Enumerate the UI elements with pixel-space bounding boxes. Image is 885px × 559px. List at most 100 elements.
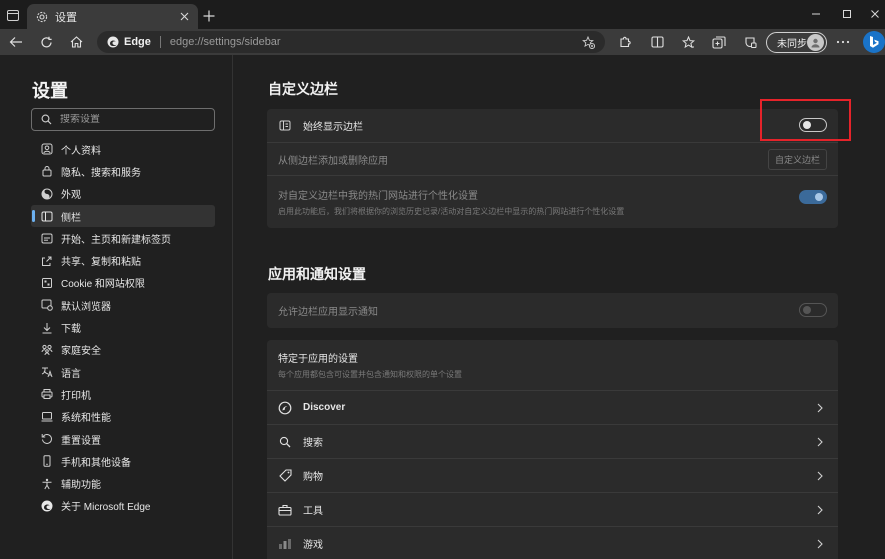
star-icon — [681, 35, 695, 48]
avatar — [807, 34, 824, 51]
search-input[interactable] — [60, 114, 210, 125]
app-row-discover[interactable]: Discover — [267, 390, 838, 424]
sidebar-item-system[interactable]: 系统和性能 — [31, 406, 215, 428]
profile-button[interactable]: 未同步 — [766, 32, 827, 53]
sidebar-item-label: 手机和其他设备 — [61, 457, 131, 469]
close-icon — [180, 12, 188, 21]
tab-settings[interactable]: 设置 — [27, 4, 198, 29]
sidebar-item-label: 开始、主页和新建标签页 — [61, 234, 171, 246]
sidebar-item-start-page[interactable]: 开始、主页和新建标签页 — [31, 227, 215, 249]
always-show-sidebar-label: 始终显示边栏 — [303, 122, 363, 133]
chevron-right-icon — [817, 403, 823, 413]
title-bar: 设置 — [0, 0, 885, 29]
toolbar: Edge edge://settings/sidebar 未同步 — [0, 29, 885, 55]
home-button[interactable] — [66, 32, 86, 52]
profile-status: 未同步 — [777, 39, 807, 50]
extensions-button[interactable] — [614, 32, 634, 52]
always-show-sidebar-toggle[interactable] — [799, 118, 827, 132]
sidebar-item-label: 共享、复制和粘贴 — [61, 257, 141, 269]
personalize-sites-label: 对自定义边栏中我的热门网站进行个性化设置 — [278, 190, 478, 202]
appearance-icon — [41, 188, 53, 200]
sidebar-item-cookies[interactable]: Cookie 和网站权限 — [31, 272, 215, 294]
customize-sidebar-card: 始终显示边栏 从侧边栏添加或删除应用 自定义边栏 对自定义边栏中我的热门网站进行… — [267, 109, 838, 228]
tab-actions-button[interactable] — [4, 6, 22, 24]
sidebar-item-label: 家庭安全 — [61, 346, 101, 358]
accessibility-icon — [42, 478, 52, 489]
chevron-right-icon — [817, 437, 823, 447]
sidebar-item-label: 打印机 — [61, 390, 91, 402]
sidebar-item-default-browser[interactable]: 默认浏览器 — [31, 294, 215, 316]
notifications-card: 允许边栏应用显示通知 — [267, 293, 838, 328]
search-icon — [279, 436, 291, 447]
favorites-button[interactable] — [678, 32, 698, 52]
address-bar[interactable]: Edge edge://settings/sidebar — [97, 31, 605, 53]
app-row-tools[interactable]: 工具 — [267, 492, 838, 526]
app-row-games[interactable]: 游戏 — [267, 526, 838, 559]
chevron-right-icon — [817, 539, 823, 549]
app-label: 购物 — [303, 472, 323, 483]
sidebar-item-about[interactable]: 关于 Microsoft Edge — [31, 495, 215, 517]
ellipsis-icon — [836, 40, 850, 44]
sidebar-item-privacy[interactable]: 隐私、搜索和服务 — [31, 160, 215, 182]
sidebar-item-printers[interactable]: 打印机 — [31, 383, 215, 405]
sidebar-item-languages[interactable]: 语言 — [31, 361, 215, 383]
refresh-button[interactable] — [36, 32, 56, 52]
sidebar-item-label: Cookie 和网站权限 — [61, 279, 145, 291]
sidebar-item-label: 辅助功能 — [61, 480, 101, 492]
app-label: 工具 — [303, 506, 323, 517]
maximize-button[interactable] — [836, 5, 858, 23]
add-favorite-button[interactable] — [579, 33, 597, 51]
collections-button[interactable] — [709, 32, 729, 52]
reset-icon — [41, 433, 52, 444]
apps-notifications-title: 应用和通知设置 — [268, 266, 366, 282]
tab-close-button[interactable] — [176, 9, 192, 25]
app-row-shopping[interactable]: 购物 — [267, 458, 838, 492]
settings-search-box[interactable] — [31, 108, 215, 131]
sidebar-icon — [41, 211, 53, 222]
allow-notifications-row: 允许边栏应用显示通知 — [267, 293, 838, 328]
personalize-sites-toggle[interactable] — [799, 190, 827, 204]
sidebar-item-family[interactable]: 家庭安全 — [31, 339, 215, 361]
tab-title: 设置 — [55, 11, 77, 24]
browser-essentials-button[interactable] — [740, 32, 760, 52]
app-specific-description: 每个应用都包含可设置并包含通知和权限的单个设置 — [278, 370, 462, 379]
chevron-right-icon — [817, 505, 823, 515]
sidebar-item-label: 重置设置 — [61, 435, 101, 447]
discover-icon — [278, 401, 292, 414]
more-options-button[interactable] — [833, 32, 853, 52]
sidebar-item-share[interactable]: 共享、复制和粘贴 — [31, 249, 215, 271]
sidebar-item-label: 下载 — [61, 324, 81, 336]
collections-icon — [712, 35, 726, 49]
shopping-tag-icon — [278, 469, 292, 482]
star-add-icon — [581, 35, 595, 49]
settings-sidebar: 设置 个人资料 隐私、搜索和服务 外观 侧栏 开始、主页和新建标签页 共享、复制… — [0, 55, 233, 559]
sidebar-item-downloads[interactable]: 下载 — [31, 316, 215, 338]
home-icon — [70, 36, 82, 48]
allow-notifications-toggle[interactable] — [799, 303, 827, 317]
toggle-knob — [815, 193, 823, 201]
sidebar-item-reset[interactable]: 重置设置 — [31, 428, 215, 450]
app-row-search[interactable]: 搜索 — [267, 424, 838, 458]
bing-chat-button[interactable] — [863, 31, 885, 53]
window-close-button[interactable] — [864, 5, 885, 23]
sidebar-item-appearance[interactable]: 外观 — [31, 183, 215, 205]
phone-icon — [43, 455, 51, 467]
add-remove-apps-label: 从侧边栏添加或删除应用 — [278, 155, 388, 167]
back-button[interactable] — [6, 32, 26, 52]
split-screen-button[interactable] — [647, 32, 667, 52]
maximize-icon — [843, 10, 851, 18]
sidebar-item-profile[interactable]: 个人资料 — [31, 138, 215, 160]
sidebar-item-accessibility[interactable]: 辅助功能 — [31, 472, 215, 494]
sidebar-item-label: 关于 Microsoft Edge — [61, 502, 151, 514]
toolbox-icon — [278, 504, 292, 516]
new-tab-button[interactable] — [200, 7, 218, 25]
customize-sidebar-button[interactable]: 自定义边栏 — [767, 149, 827, 170]
search-icon — [41, 114, 52, 125]
minimize-button[interactable] — [805, 5, 827, 23]
sidebar-item-phone[interactable]: 手机和其他设备 — [31, 450, 215, 472]
sidebar-item-sidebar[interactable]: 侧栏 — [31, 204, 215, 228]
sidebar-item-label: 默认浏览器 — [61, 301, 111, 313]
toggle-knob — [803, 121, 811, 129]
app-label: 游戏 — [303, 540, 323, 551]
address-url[interactable]: edge://settings/sidebar — [170, 36, 281, 48]
